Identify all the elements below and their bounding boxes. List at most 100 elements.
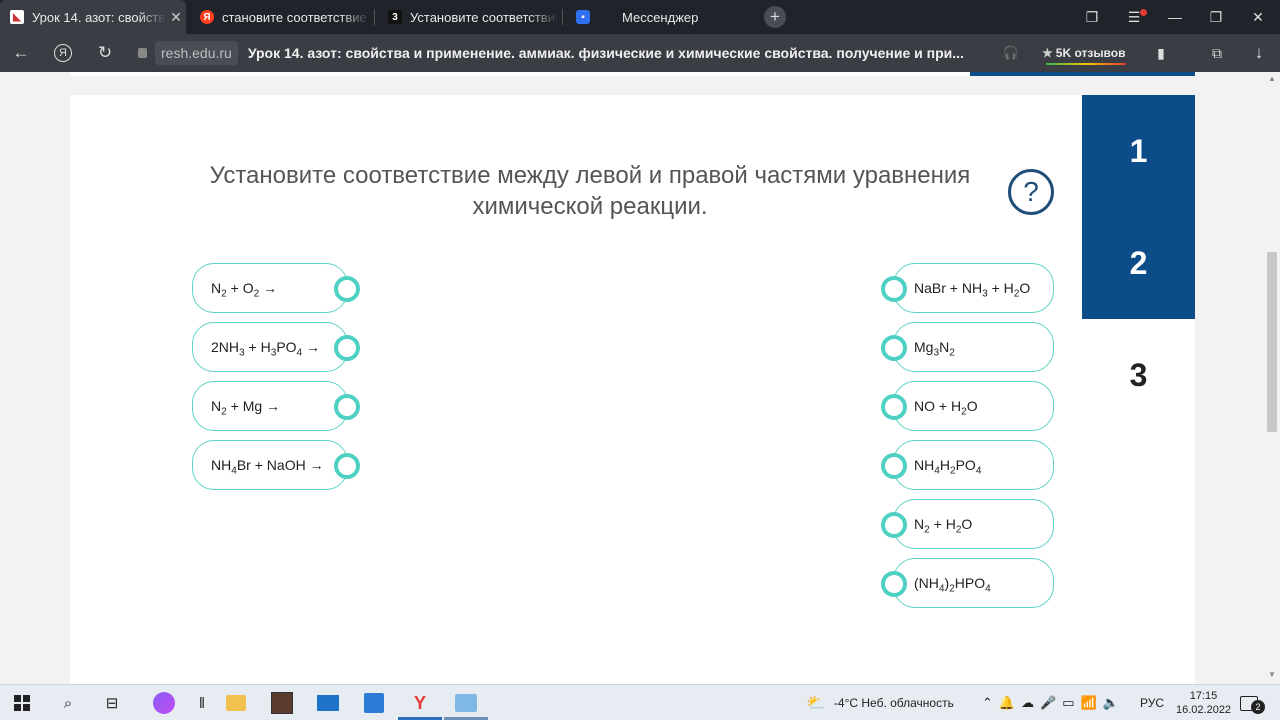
download-icon[interactable]: ↓ [1244, 34, 1274, 72]
scrollbar[interactable]: ▲ ▼ [1264, 72, 1280, 684]
connector-dot[interactable] [334, 453, 360, 479]
right-formula-pill[interactable]: (NH4)2HPO4 [881, 558, 1054, 608]
url-field[interactable]: resh.edu.ru Урок 14. азот: свойства и пр… [130, 39, 970, 67]
weather-icon: ⛅ [806, 695, 826, 712]
formula-text: N2 + Mg → [211, 398, 281, 418]
windows-start-icon[interactable] [8, 689, 36, 717]
scroll-up-icon[interactable]: ▲ [1268, 74, 1276, 83]
connector-dot[interactable] [881, 394, 907, 420]
reload-icon[interactable]: ↻ [90, 34, 120, 72]
tab-2[interactable]: 3 Установите соответствие [378, 0, 558, 34]
task-view-icon[interactable]: ⊟ [98, 689, 126, 717]
formula-text: 2NH3 + H3PO4 → [211, 339, 321, 359]
connector-dot[interactable] [334, 394, 360, 420]
reviews-label: 5K отзывов [1055, 46, 1126, 60]
weather-widget[interactable]: ⛅ -4°C Неб. облачность [806, 685, 954, 720]
znanija-icon: 3 [388, 10, 402, 24]
yandex-button-icon[interactable]: Я [48, 34, 78, 72]
connector-dot[interactable] [881, 335, 907, 361]
step-panel: 1 2 3 [1082, 95, 1195, 684]
page-title: Урок 14. азот: свойства и применение. ам… [247, 45, 964, 61]
tab-0[interactable]: ◣ Урок 14. азот: свойства ✕ [0, 0, 186, 34]
resh-icon: ◣ [10, 10, 24, 24]
back-icon[interactable]: ← [6, 34, 36, 72]
yandex-icon: Я [200, 10, 214, 24]
divider-icon: ‖ [198, 694, 206, 712]
connector-dot[interactable] [881, 512, 907, 538]
formula-text: NO + H2O [914, 398, 978, 418]
lock-icon [138, 48, 147, 58]
minimize-icon[interactable]: — [1155, 0, 1195, 34]
formula-text: Mg3N2 [914, 339, 955, 359]
help-icon[interactable]: ? [1008, 169, 1054, 215]
page-viewport: 1 2 3 Установите соответствие между лево… [0, 72, 1280, 684]
tab-title: Урок 14. азот: свойства [32, 9, 166, 25]
search-icon[interactable]: ⌕ [54, 689, 82, 717]
clock[interactable]: 17:15 16.02.2022 [1176, 685, 1231, 720]
step-3[interactable]: 3 [1082, 319, 1195, 431]
language-indicator[interactable]: РУС [1140, 685, 1164, 720]
headphones-icon[interactable]: 🎧 [996, 34, 1026, 72]
right-formula-pill[interactable]: Mg3N2 [881, 322, 1054, 372]
weather-text: -4°C Неб. облачность [833, 696, 954, 710]
tab-title: становите соответствие м [222, 9, 370, 25]
question-text: Установите соответствие между левой и пр… [209, 162, 971, 220]
notifications-icon[interactable]: 2 [1240, 685, 1265, 720]
connector-dot[interactable] [334, 335, 360, 361]
left-formula-pill[interactable]: NH4Br + NaOH → [192, 440, 360, 490]
menu-icon[interactable]: ☰ [1114, 0, 1154, 34]
share-icon[interactable]: ⧉ [1202, 34, 1232, 72]
new-tab-button[interactable]: + [764, 6, 786, 28]
formula-text: N2 + O2 → [211, 280, 278, 300]
tab-title: Мессенджер [622, 9, 699, 25]
close-window-icon[interactable]: ✕ [1238, 0, 1278, 34]
close-tab-icon[interactable]: ✕ [166, 9, 186, 26]
address-bar: ← Я ↻ resh.edu.ru Урок 14. азот: свойств… [0, 34, 1280, 72]
reviews-badge[interactable]: ★ 5K отзывов [1042, 41, 1126, 65]
tab-1[interactable]: Я становите соответствие м [190, 0, 370, 34]
right-formula-pill[interactable]: NH4H2PO4 [881, 440, 1054, 490]
step-1[interactable]: 1 [1082, 95, 1195, 207]
file-explorer-icon[interactable] [222, 689, 250, 717]
formula-text: N2 + H2O [914, 516, 973, 536]
notification-count: 2 [1251, 700, 1265, 714]
mail-icon[interactable] [314, 689, 342, 717]
left-formula-pill[interactable]: 2NH3 + H3PO4 → [192, 322, 360, 372]
right-formula-pill[interactable]: NaBr + NH3 + H2O [881, 263, 1054, 313]
clock-date: 16.02.2022 [1176, 704, 1232, 716]
messenger-icon: ▪ [576, 10, 590, 24]
tab-title: Установите соответствие [410, 9, 558, 25]
collections-icon[interactable]: ❐ [1072, 0, 1112, 34]
bookmark-icon[interactable]: ▮ [1146, 34, 1176, 72]
tray-icons[interactable]: ⌃🔔☁🎤▭📶🔈 [982, 685, 1125, 720]
connector-dot[interactable] [334, 276, 360, 302]
scroll-down-icon[interactable]: ▼ [1268, 670, 1276, 679]
left-formula-pill[interactable]: N2 + O2 → [192, 263, 360, 313]
browser-tab-bar: ◣ Урок 14. азот: свойства ✕ Я становите … [0, 0, 1280, 34]
domain-chip[interactable]: resh.edu.ru [155, 41, 238, 65]
taskbar: ⌕ ⊟ ‖ Y ⛅ -4°C Неб. облачность ⌃🔔☁🎤▭📶🔈 Р… [0, 684, 1280, 720]
right-formula-pill[interactable]: N2 + H2O [881, 499, 1054, 549]
restore-icon[interactable]: ❐ [1196, 0, 1236, 34]
store-icon[interactable] [360, 689, 388, 717]
formula-text: NaBr + NH3 + H2O [914, 280, 1031, 300]
connector-dot[interactable] [881, 453, 907, 479]
formula-text: (NH4)2HPO4 [914, 575, 991, 595]
scrollbar-thumb[interactable] [1267, 252, 1277, 432]
left-formula-pill[interactable]: N2 + Mg → [192, 381, 360, 431]
formula-text: NH4H2PO4 [914, 457, 982, 477]
snipping-tool-icon[interactable] [452, 689, 480, 717]
yandex-browser-icon[interactable]: Y [406, 689, 434, 717]
rating-bar [1046, 63, 1126, 65]
tab-separator [562, 9, 563, 25]
connector-dot[interactable] [881, 276, 907, 302]
alice-icon[interactable] [150, 689, 178, 717]
tab-3[interactable]: ▪ Мессенджер [566, 0, 746, 34]
right-formula-pill[interactable]: NO + H2O [881, 381, 1054, 431]
step-2[interactable]: 2 [1082, 207, 1195, 319]
previous-panel-edge [970, 72, 1195, 76]
connector-dot[interactable] [881, 571, 907, 597]
formula-text: NH4Br + NaOH → [211, 457, 324, 477]
photo-app-icon[interactable] [268, 689, 296, 717]
tab-separator [374, 9, 375, 25]
